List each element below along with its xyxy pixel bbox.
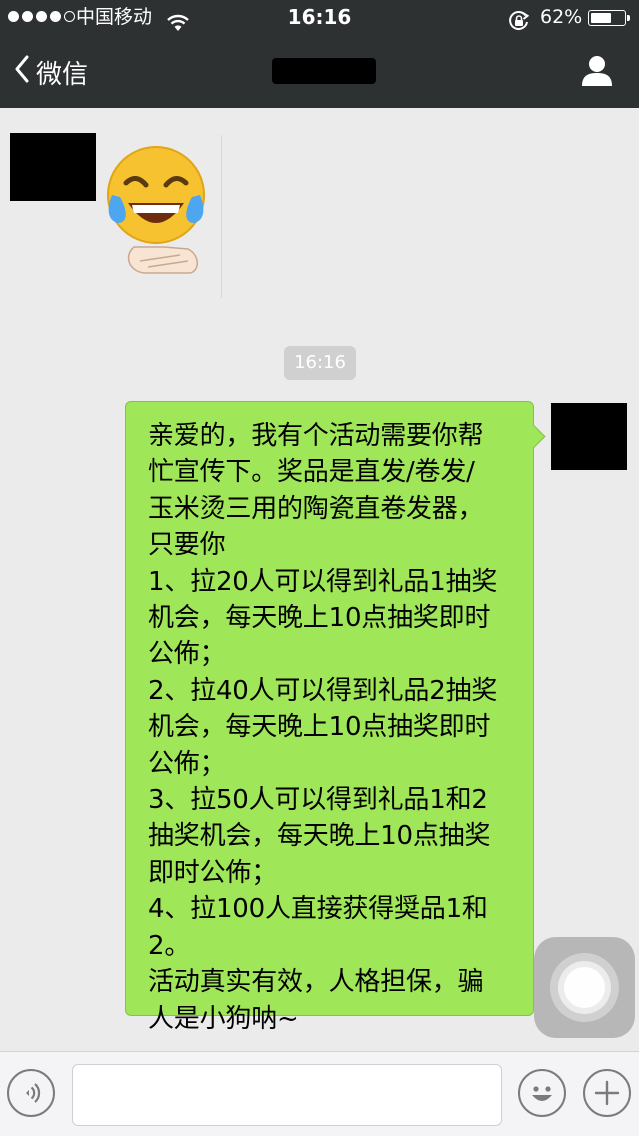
person-icon — [578, 56, 616, 94]
chevron-left-icon — [14, 55, 30, 90]
battery-icon — [588, 10, 630, 26]
input-bar — [0, 1051, 639, 1136]
message-line: 机会，每天晚上10点抽奖即时 — [148, 712, 491, 743]
redacted-sender-avatar[interactable] — [10, 133, 96, 201]
chat-info-button[interactable] — [578, 52, 616, 90]
message-line: 公佈； — [148, 639, 226, 670]
message-line: 玉米烫三用的陶瓷直卷发器， — [148, 493, 484, 524]
face-with-tears-of-joy-sticker[interactable] — [104, 143, 212, 277]
emoji-button[interactable] — [518, 1069, 566, 1117]
message-line: 4、拉100人直接获得奨品1和 — [148, 894, 488, 925]
message-timestamp: 16:16 — [284, 346, 356, 380]
message-line: 忙宣传下。奖品是直发/卷发/ — [148, 457, 475, 488]
message-line: 即时公佈； — [148, 857, 278, 888]
message-line: 1、拉20人可以得到礼品1抽奖 — [148, 566, 498, 597]
message-line: 2、拉40人可以得到礼品2抽奖 — [148, 675, 498, 706]
plus-icon — [585, 1080, 629, 1119]
emoji-icon — [520, 1086, 564, 1119]
back-button[interactable]: 微信 — [14, 52, 88, 92]
voice-icon — [9, 1083, 53, 1119]
battery-percent: 62% — [540, 6, 583, 28]
message-line: 只要你 — [148, 530, 226, 561]
message-line: 人是小狗呐~ — [148, 1003, 299, 1034]
message-line: 活动真实有效，人格担保，骗 — [148, 967, 484, 998]
message-line: 3、拉50人可以得到礼品1和2 — [148, 785, 488, 816]
message-line: 公佈； — [148, 748, 226, 779]
status-bar: 中国移动 16:16 62% — [0, 0, 639, 34]
message-line: 2。 — [148, 930, 191, 961]
top-bar: 中国移动 16:16 62% 微信 — [0, 0, 639, 108]
redacted-my-avatar[interactable] — [551, 403, 627, 470]
redacted-chat-title — [272, 58, 376, 84]
message-line: 亲爱的，我有个活动需要你帮 — [148, 421, 484, 451]
back-label: 微信 — [36, 59, 89, 90]
more-actions-button[interactable] — [583, 1069, 631, 1117]
message-line: 机会，每天晚上10点抽奖即时 — [148, 603, 491, 634]
nav-bar: 微信 — [0, 34, 639, 108]
message-line: 抽奖机会，每天晚上10点抽奖 — [148, 821, 491, 852]
message-divider — [221, 135, 222, 298]
sent-message-bubble[interactable]: 亲爱的，我有个活动需要你帮 忙宣传下。奖品是直发/卷发/ 玉米烫三用的陶瓷直卷发… — [125, 401, 534, 1034]
voice-input-button[interactable] — [7, 1069, 55, 1117]
assistive-touch-button[interactable] — [534, 937, 635, 1038]
message-input[interactable] — [72, 1064, 502, 1126]
